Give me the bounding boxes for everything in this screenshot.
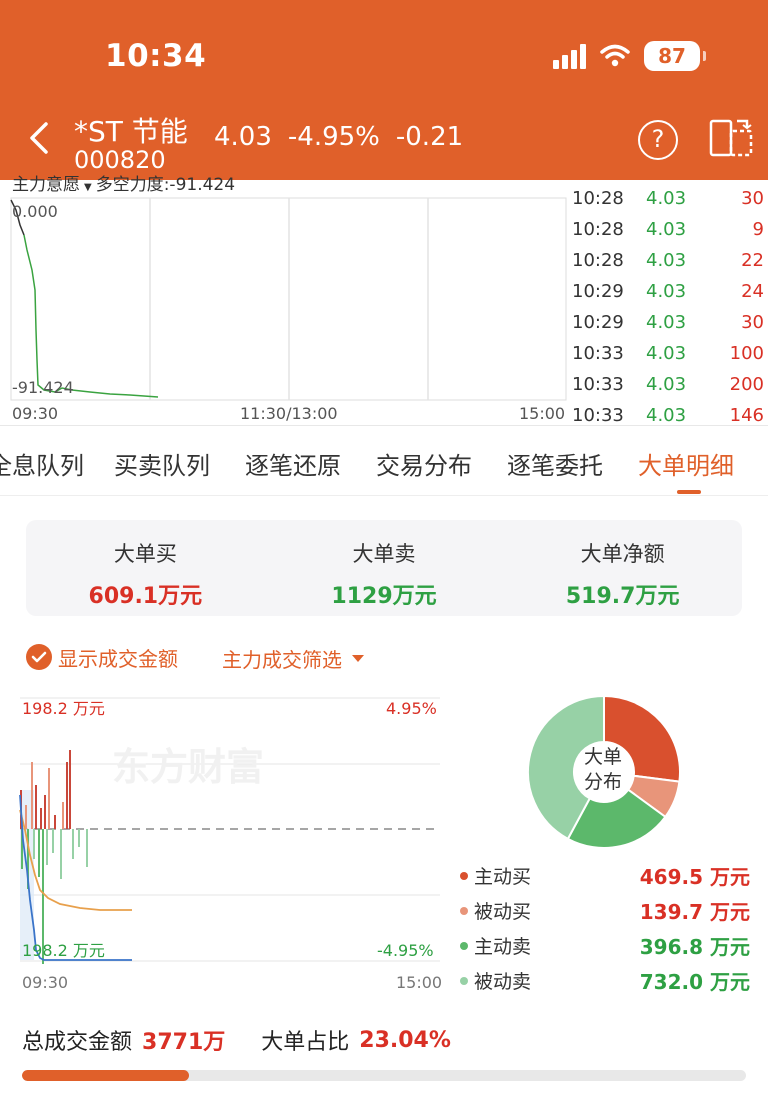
large-order-ratio-label: 大单占比 (261, 1030, 350, 1055)
tab-bid-ask-queue[interactable]: 买卖队列 (114, 446, 210, 481)
status-icons: 87 (553, 38, 706, 74)
filter-label: 主力成交筛选 (222, 648, 342, 672)
total-amount-label: 总成交金额 (22, 1030, 133, 1055)
chart-top-right-label: 4.95% (386, 699, 437, 718)
battery-icon: 87 (644, 41, 706, 71)
cellular-signal-icon (553, 43, 586, 69)
stock-quote: 4.03 -4.95% -0.21 (214, 122, 463, 152)
tab-tick-restore[interactable]: 逐笔还原 (245, 446, 341, 481)
chart-top-left-label: 198.2 万元 (22, 699, 105, 718)
legend-item-passive-sell: 被动卖 732.0 万元 (460, 963, 750, 998)
detail-tabs: 全息队列 买卖队列 逐笔还原 交易分布 逐笔委托 大单明细 (0, 426, 768, 496)
y-axis-bottom-label: -91.424 (12, 378, 74, 397)
tick-row: 10:29 4.03 24 (572, 281, 764, 302)
back-arrow-icon[interactable] (22, 118, 58, 158)
summary-net: 大单净额 519.7万元 (565, 542, 680, 609)
main-trade-filter[interactable]: 主力成交筛选 (222, 644, 364, 673)
y-axis-top-label: 0.000 (12, 202, 58, 221)
chart-bottom-left-label: 198.2 万元 (22, 941, 105, 960)
tab-tick-orders[interactable]: 逐笔委托 (507, 446, 603, 481)
legend-item-active-buy: 主动买 469.5 万元 (460, 858, 750, 893)
pie-center-label: 大单 分布 (583, 746, 622, 793)
tab-trade-distribution[interactable]: 交易分布 (376, 446, 472, 481)
summary-sell: 大单卖 1129万元 (331, 542, 437, 609)
capital-flow-chart[interactable]: 0.000 -91.424 09:30 11:30/13:00 15:00 (0, 180, 568, 426)
x-axis-mid-label: 11:30/13:00 (240, 404, 338, 423)
large-order-ratio-value: 23.04% (359, 1027, 451, 1053)
legend-dot-icon (460, 906, 468, 915)
x-axis-start-label: 09:30 (12, 404, 58, 423)
stock-name: *ST 节能 (74, 115, 188, 148)
wifi-icon (600, 44, 630, 67)
watermark-text: 东方财富 (112, 745, 264, 789)
show-amount-label: 显示成交金额 (58, 646, 178, 671)
tick-row: 10:28 4.03 30 (572, 188, 764, 209)
show-amount-toggle[interactable]: 显示成交金额 (26, 640, 178, 674)
chart-bottom-right-label: -4.95% (377, 941, 434, 960)
tick-row: 10:28 4.03 22 (572, 250, 764, 271)
status-time: 10:34 (105, 38, 207, 74)
indicator-label: 主力意愿 ▼ 多空力度:-91.424 (12, 175, 236, 195)
checkmark-icon[interactable] (26, 644, 52, 670)
legend-item-passive-buy: 被动买 139.7 万元 (460, 893, 750, 928)
tick-row: 10:33 4.03 200 (572, 374, 764, 395)
legend-dot-icon (460, 976, 468, 985)
footer-stats: 总成交金额 3771万 大单占比 23.04% (22, 1024, 487, 1056)
chart-x-end-label: 15:00 (396, 973, 442, 992)
legend-dot-icon (460, 941, 468, 950)
total-amount-value: 3771万 (142, 1030, 226, 1055)
legend-item-active-sell: 主动卖 396.8 万元 (460, 928, 750, 963)
tab-large-orders[interactable]: 大单明细 (638, 446, 734, 481)
stock-price: 4.03 (214, 122, 272, 152)
x-axis-end-label: 15:00 (519, 404, 565, 423)
summary-buy: 大单买 609.1万元 (88, 542, 203, 609)
tick-row: 10:28 4.03 9 (572, 219, 764, 240)
tab-full-queue[interactable]: 全息队列 (0, 446, 84, 481)
large-order-summary: 大单买 609.1万元 大单卖 1129万元 大单净额 519.7万元 (26, 520, 742, 616)
help-icon[interactable]: ? (638, 120, 678, 160)
large-order-volume-chart[interactable]: 东方财富 198.2 万元 4.95% 198.2 万元 -4.95% 09:3… (0, 690, 450, 1000)
stock-change: -0.21 (395, 122, 464, 152)
top-bar: 10:34 87 *ST 节能 000820 4.03 -4.95% -0.21… (0, 0, 768, 180)
tick-list[interactable]: 10:28 4.03 30 10:28 4.03 9 10:28 4.03 22 10:29… (568, 183, 768, 431)
pie-legend: 主动买 469.5 万元 被动买 139.7 万元 主动卖 396.8 万元 被… (460, 858, 750, 998)
chart-x-start-label: 09:30 (22, 973, 68, 992)
landscape-switch-icon[interactable] (709, 118, 753, 158)
active-tab-indicator (677, 490, 701, 494)
tick-row: 10:33 4.03 100 (572, 343, 764, 364)
intraday-section: 0.000 -91.424 09:30 11:30/13:00 15:00 主力… (0, 175, 768, 426)
tick-row: 10:29 4.03 30 (572, 312, 764, 333)
stock-change-pct: -4.95% (287, 122, 380, 152)
large-order-ratio-bar (22, 1070, 746, 1081)
legend-dot-icon (460, 871, 468, 880)
chevron-down-icon (352, 655, 364, 662)
ratio-bar-fill (22, 1070, 189, 1081)
